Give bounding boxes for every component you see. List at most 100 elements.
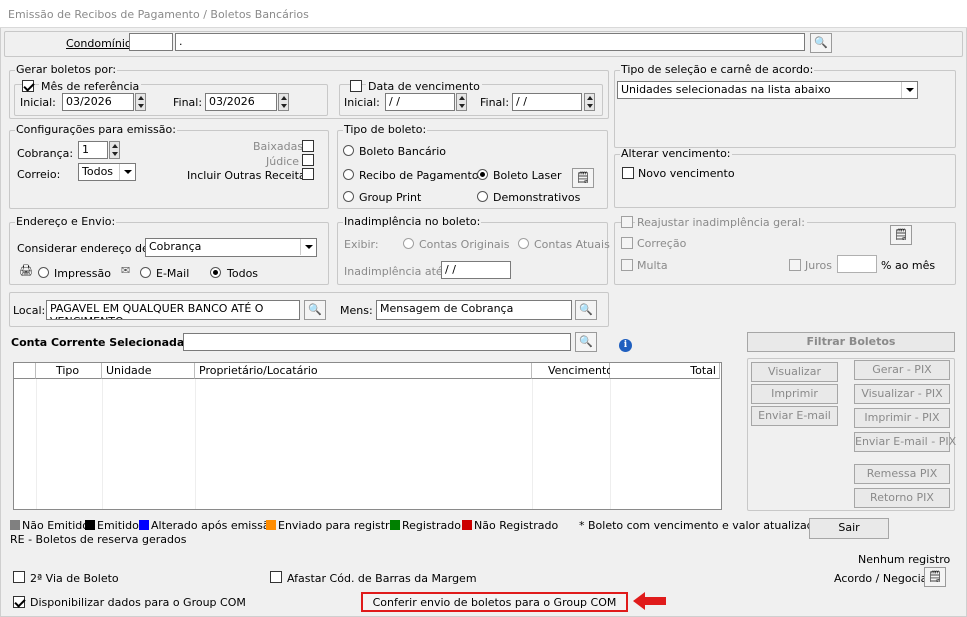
baixadas-checkbox[interactable]	[302, 140, 314, 152]
chevron-down-icon	[300, 239, 316, 255]
novo-vencimento-label: Novo vencimento	[638, 167, 735, 180]
gerar-pix-button[interactable]: Gerar - PIX	[854, 360, 950, 380]
search-mens-button[interactable]: 🔍	[575, 300, 597, 320]
sair-button[interactable]: Sair	[809, 518, 889, 539]
venc-final-spinner[interactable]	[584, 93, 595, 111]
title-bar: Emissão de Recibos de Pagamento / Boleto…	[0, 0, 967, 28]
data-vencimento-checkbox[interactable]	[350, 80, 362, 92]
gerar-boletos-legend: Gerar boletos por:	[16, 63, 117, 76]
retorno-pix-button[interactable]: Retorno PIX	[854, 488, 950, 508]
tipo-selecao-group: Tipo de seleção e carnê de acordo:	[614, 64, 956, 148]
status-emitido-label: Emitido	[97, 519, 139, 532]
contas-originais-label: Contas Originais	[419, 238, 510, 251]
venc-inicial-label: Inicial:	[344, 96, 380, 109]
ao-mes-label: % ao mês	[881, 259, 936, 272]
baixadas-label: Baixadas	[253, 140, 304, 153]
demonstrativos-label: Demonstrativos	[493, 191, 581, 204]
judice-checkbox[interactable]	[302, 154, 314, 166]
mes-referencia-checkbox[interactable]	[22, 80, 34, 92]
email-radio[interactable]	[140, 267, 151, 278]
mes-inicial-spinner[interactable]	[135, 93, 146, 111]
printer-icon: 🖨	[19, 264, 33, 277]
afastar-checkbox[interactable]	[270, 571, 282, 583]
conta-input[interactable]	[183, 333, 571, 351]
visualizar-pix-button[interactable]: Visualizar - PIX	[854, 384, 950, 404]
demonstrativos-radio[interactable]	[477, 191, 488, 202]
tipo-boleto-legend: Tipo de boleto:	[344, 123, 427, 136]
grid-header-tipo[interactable]: Tipo	[36, 363, 102, 379]
recibo-pagamento-radio[interactable]	[343, 169, 354, 180]
contas-originais-radio[interactable]	[403, 238, 414, 249]
data-vencimento-label: Data de vencimento	[366, 80, 482, 93]
boleto-laser-radio[interactable]	[477, 169, 488, 180]
search-condominio-button[interactable]: 🔍	[810, 33, 832, 53]
novo-vencimento-checkbox[interactable]	[622, 167, 634, 179]
condominio-code-input[interactable]	[129, 33, 173, 51]
imprimir-pix-button[interactable]: Imprimir - PIX	[854, 408, 950, 428]
endereco-legend: Endereço e Envio:	[16, 215, 116, 228]
cobranca-spinner[interactable]	[109, 141, 120, 159]
correio-value: Todos	[82, 165, 114, 178]
tipo-selecao-select[interactable]: Unidades selecionadas na lista abaixo	[617, 81, 918, 99]
inadimplencia-ate-input[interactable]: / /	[441, 261, 511, 279]
reajustar-checkbox[interactable]	[621, 216, 633, 228]
segunda-via-label: 2ª Via de Boleto	[30, 572, 119, 585]
mens-input[interactable]: Mensagem de Cobrança	[376, 300, 572, 320]
correio-label: Correio:	[17, 168, 61, 181]
correcao-label: Correção	[637, 237, 687, 250]
status-enviado-label: Enviado para registro	[278, 519, 397, 532]
juros-checkbox[interactable]	[789, 259, 801, 271]
correcao-checkbox[interactable]	[621, 237, 633, 249]
impressao-radio[interactable]	[38, 267, 49, 278]
disponibilizar-checkbox[interactable]	[13, 596, 25, 608]
reajustar-config-button[interactable]: 🗒	[890, 225, 912, 245]
local-input[interactable]: PAGAVEL EM QUALQUER BANCO ATÉ O VENCIMEN…	[46, 300, 300, 320]
mes-inicial-input[interactable]: 03/2026	[62, 93, 134, 111]
grid-header-unidade[interactable]: Unidade	[102, 363, 195, 379]
imprimir-button[interactable]: Imprimir	[751, 384, 838, 404]
boleto-bancario-label: Boleto Bancário	[359, 145, 446, 158]
acordo-button[interactable]: 🗒	[924, 567, 946, 587]
multa-checkbox[interactable]	[621, 259, 633, 271]
remessa-pix-button[interactable]: Remessa PIX	[854, 464, 950, 484]
juros-label: Juros	[805, 259, 832, 272]
boleto-config-button[interactable]: 🗒	[572, 168, 594, 188]
juros-input[interactable]	[837, 255, 877, 273]
mes-final-input[interactable]: 03/2026	[205, 93, 277, 111]
status-color-enviado	[266, 520, 276, 530]
contas-atuais-label: Contas Atuais	[534, 238, 610, 251]
search-conta-button[interactable]: 🔍	[575, 332, 597, 352]
venc-final-input[interactable]: / /	[512, 93, 582, 111]
search-local-button[interactable]: 🔍	[304, 300, 326, 320]
visualizar-button[interactable]: Visualizar	[751, 362, 838, 382]
considerar-select[interactable]: Cobrança	[145, 238, 317, 257]
venc-inicial-input[interactable]: / /	[385, 93, 455, 111]
filtrar-boletos-button[interactable]: Filtrar Boletos	[747, 332, 955, 352]
info-icon[interactable]: i	[619, 339, 632, 352]
boletos-grid[interactable]: Tipo Unidade Proprietário/Locatário Venc…	[13, 362, 722, 510]
todos-radio[interactable]	[210, 267, 221, 278]
group-print-radio[interactable]	[343, 191, 354, 202]
cobranca-input[interactable]: 1	[78, 141, 108, 159]
grid-header-proprietario[interactable]: Proprietário/Locatário	[195, 363, 532, 379]
venc-inicial-spinner[interactable]	[456, 93, 467, 111]
todos-label: Todos	[227, 267, 259, 280]
grid-col-divider	[102, 379, 103, 509]
impressao-label: Impressão	[54, 267, 111, 280]
enviar-email-pix-button[interactable]: Enviar E-mail - PIX	[854, 432, 956, 452]
boleto-bancario-radio[interactable]	[343, 145, 354, 156]
grid-header-select[interactable]	[14, 363, 36, 379]
incluir-checkbox[interactable]	[302, 168, 314, 180]
enviar-email-button[interactable]: Enviar E-mail	[751, 406, 838, 426]
correio-select[interactable]: Todos	[78, 163, 136, 181]
grid-col-divider	[532, 379, 533, 509]
contas-atuais-radio[interactable]	[518, 238, 529, 249]
condominio-name-input[interactable]: .	[175, 33, 805, 51]
segunda-via-checkbox[interactable]	[13, 571, 25, 583]
settings-icon: 🗒	[894, 228, 908, 241]
grid-header-total[interactable]: Total	[610, 363, 720, 379]
arrow-left-icon	[633, 592, 666, 610]
grid-header-vencimento[interactable]: Vencimento	[532, 363, 613, 379]
mes-final-spinner[interactable]	[278, 93, 289, 111]
conferir-group-com-button[interactable]: Conferir envio de boletos para o Group C…	[361, 592, 628, 612]
